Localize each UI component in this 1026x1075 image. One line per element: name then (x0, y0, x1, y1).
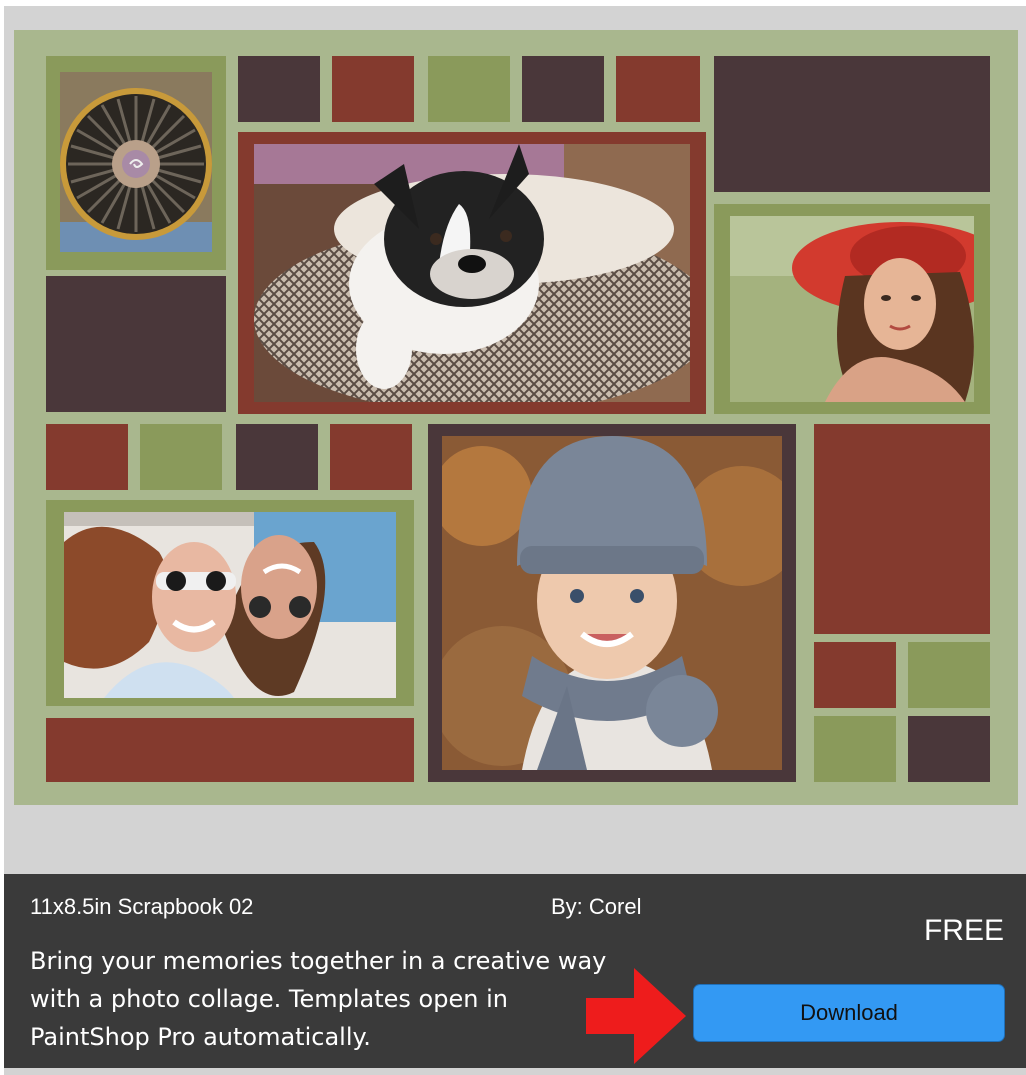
collage-tile (908, 642, 990, 708)
collage-tile (140, 424, 222, 490)
red-arrow-icon (586, 968, 686, 1064)
photo-woman-hat (730, 216, 974, 402)
collage-tile (46, 424, 128, 490)
price-label: FREE (923, 914, 1004, 947)
collage-tile (814, 642, 896, 708)
collage-tile (814, 716, 896, 782)
template-preview-panel: 11x8.5in Scrapbook 02 By: Corel FREE Bri… (0, 0, 1026, 1075)
photo-child (442, 436, 782, 770)
collage-tile (616, 56, 700, 122)
collage-tile (814, 424, 990, 634)
bottom-strip (4, 1068, 1026, 1075)
photo-jet-engine (60, 72, 212, 252)
collage-tile (908, 716, 990, 782)
collage-tile (330, 424, 412, 490)
template-info-bar: 11x8.5in Scrapbook 02 By: Corel FREE Bri… (4, 874, 1026, 1068)
template-title: 11x8.5in Scrapbook 02 (30, 894, 254, 919)
collage-tile (46, 718, 414, 782)
collage-tile (522, 56, 604, 122)
template-description: Bring your memories together in a creati… (30, 947, 607, 1051)
collage-tile (238, 56, 320, 122)
collage-tile (714, 56, 990, 192)
photo-couple (64, 512, 396, 698)
scrapbook-collage[interactable] (14, 30, 1018, 805)
download-button[interactable]: Download (693, 984, 1005, 1042)
collage-tile (332, 56, 414, 122)
collage-tile (46, 276, 226, 412)
collage-tile (236, 424, 318, 490)
template-author: By: Corel (551, 894, 642, 919)
collage-tile (428, 56, 510, 122)
photo-bulldog (254, 144, 690, 402)
